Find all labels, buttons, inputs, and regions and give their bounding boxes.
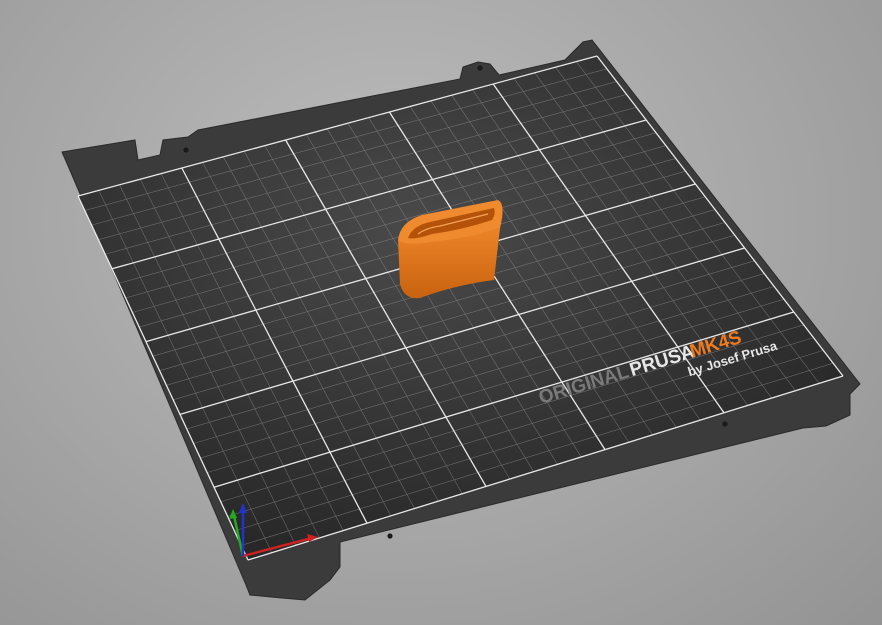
build-plate-scene[interactable]: ORIGINAL PRUSA MK4S by Josef Prusa: [0, 0, 882, 625]
bed-surface: [78, 56, 843, 560]
mount-hole: [477, 65, 483, 71]
3d-viewport[interactable]: ORIGINAL PRUSA MK4S by Josef Prusa: [0, 0, 882, 625]
mount-hole: [387, 533, 393, 539]
mount-hole: [183, 147, 189, 153]
mount-hole: [722, 421, 728, 427]
